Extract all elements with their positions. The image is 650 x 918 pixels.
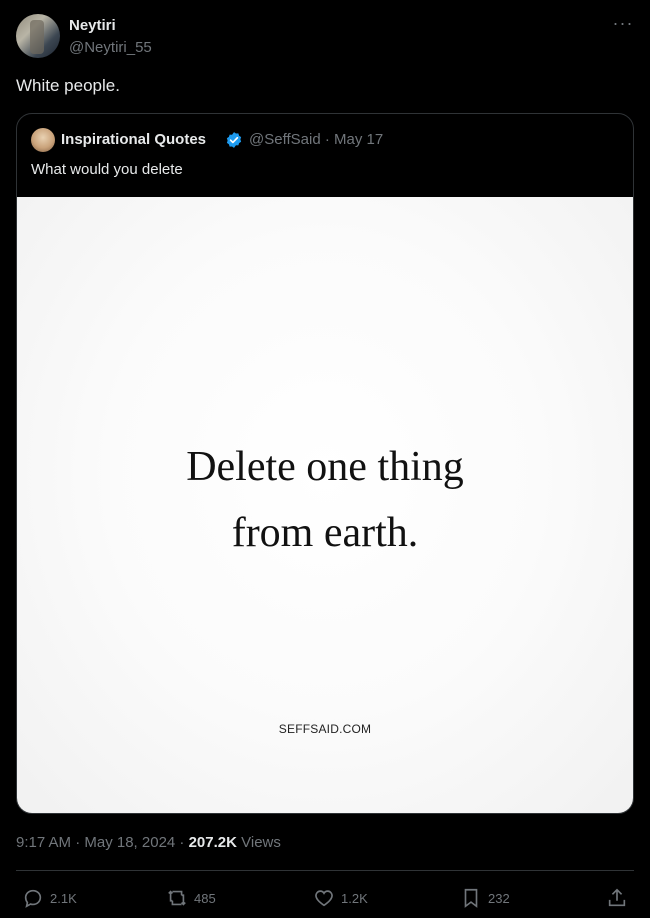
- views-count: 207.2K: [188, 834, 237, 851]
- quoted-author-name: Inspirational Quotes: [61, 131, 207, 148]
- avatar[interactable]: [16, 14, 60, 58]
- action-bar: 2.1K 485 1.2K 232: [16, 884, 634, 912]
- repost-count: 485: [194, 890, 216, 906]
- quoted-tweet[interactable]: Inspirational Quotes @SeffSaid · May 17 …: [16, 113, 634, 814]
- like-count: 1.2K: [341, 890, 368, 906]
- reply-icon: [24, 889, 42, 908]
- heart-icon: [315, 890, 333, 907]
- more-icon[interactable]: ···: [612, 14, 634, 36]
- quoted-media-image[interactable]: Delete one thing from earth. SEFFSAID.CO…: [17, 197, 633, 813]
- author-name[interactable]: Neytiri: [69, 17, 116, 34]
- repost-button[interactable]: 485: [166, 884, 216, 912]
- quoted-avatar: [31, 128, 55, 152]
- image-text-line-2: from earth.: [231, 510, 419, 556]
- share-icon: [608, 888, 626, 907]
- image-watermark: SEFFSAID.COM: [278, 722, 372, 736]
- share-button[interactable]: [606, 884, 634, 912]
- bookmark-icon: [464, 888, 478, 908]
- image-text-line-1: Delete one thing: [186, 444, 464, 490]
- tweet-meta: 9:17 AM · May 18, 2024 · 207.2K Views: [16, 834, 281, 851]
- author-handle[interactable]: @Neytiri_55: [69, 39, 152, 56]
- quoted-text: What would you delete: [31, 161, 183, 178]
- quoted-handle-date: @SeffSaid · May 17: [249, 131, 384, 148]
- divider: [16, 870, 634, 871]
- tweet-text: White people.: [16, 76, 120, 95]
- repost-icon: [168, 890, 186, 906]
- bookmark-button[interactable]: 232: [460, 884, 510, 912]
- reply-button[interactable]: 2.1K: [22, 884, 77, 912]
- verified-badge-icon: [226, 132, 242, 148]
- tweet-header: Neytiri @Neytiri_55 ···: [16, 14, 634, 60]
- like-button[interactable]: 1.2K: [313, 884, 368, 912]
- time-date[interactable]: 9:17 AM · May 18, 2024 ·: [16, 834, 189, 851]
- bookmark-count: 232: [488, 890, 510, 906]
- views-label: Views: [236, 834, 281, 851]
- reply-count: 2.1K: [50, 890, 77, 906]
